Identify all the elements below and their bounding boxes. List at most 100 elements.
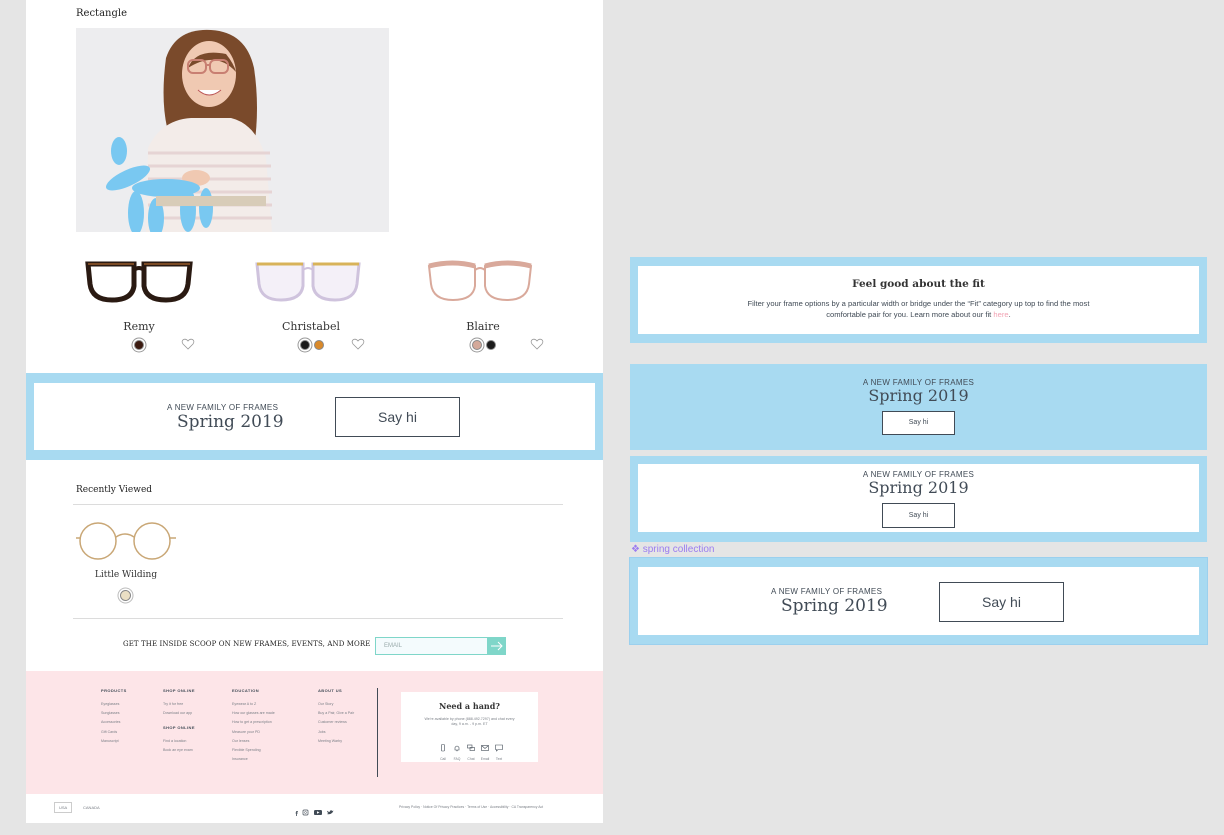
divider (73, 504, 563, 505)
contact-text[interactable]: Text (493, 739, 505, 761)
bottom-bar: USA CANADA Privacy Policy · Notice Of Pr… (26, 794, 603, 823)
fit-title: Feel good about the fit (852, 278, 985, 290)
fit-body-line-1: Filter your frame options by a particula… (747, 299, 1090, 308)
footer-link[interactable]: Eyeglasses (101, 700, 120, 709)
footer-link[interactable]: Customer reviews (318, 718, 354, 727)
footer-link[interactable]: Sunglasses (101, 709, 120, 718)
say-hi-button[interactable]: Say hi (882, 503, 955, 528)
footer-link[interactable]: Gift Cards (101, 728, 120, 737)
help-title: Need a hand? (439, 701, 500, 711)
heart-icon[interactable] (181, 337, 195, 351)
email-placeholder: EMAIL (384, 643, 403, 649)
christabel-glasses-image (255, 262, 361, 302)
promo-variant-stacked: A NEW FAMILY OF FRAMES Spring 2019 Say h… (630, 456, 1207, 542)
footer-link[interactable]: Measure your PD (232, 728, 275, 737)
contact-chat[interactable]: Chat (465, 739, 477, 761)
promo-title: Spring 2019 (868, 478, 969, 497)
contact-call[interactable]: Call (437, 739, 449, 761)
model-photo (76, 28, 389, 232)
fit-body-line-2: comfortable pair for you. Learn more abo… (638, 309, 1199, 320)
fit-learn-more-link[interactable]: here (993, 310, 1008, 319)
email-input[interactable]: EMAIL (375, 637, 488, 655)
contact-email[interactable]: Email (479, 739, 491, 761)
footer-link[interactable]: Our Story (318, 700, 354, 709)
submit-email-button[interactable] (487, 637, 506, 655)
contact-faq[interactable]: FAQ (451, 739, 463, 761)
footer-link[interactable]: Book an eye exam (163, 746, 193, 755)
footer-link[interactable]: Meeting Warby (318, 737, 354, 746)
hero-image (76, 28, 389, 232)
twitter-icon (327, 810, 334, 815)
promo-kicker: A NEW FAMILY OF FRAMES (167, 403, 279, 412)
footer-link[interactable]: Manuscript (101, 737, 120, 746)
footer-link[interactable]: Jobs (318, 728, 354, 737)
legal-link[interactable]: Terms of Use (467, 805, 487, 809)
frame-card-remy[interactable]: Remy (64, 250, 214, 360)
message-icon (495, 744, 503, 752)
color-swatch[interactable] (472, 340, 482, 350)
heart-icon[interactable] (351, 337, 365, 351)
footer-link[interactable]: Try it for free (163, 700, 192, 709)
fit-panel: Feel good about the fit Filter your fram… (630, 257, 1207, 343)
instagram-icon (302, 809, 309, 816)
youtube-icon (314, 810, 322, 815)
frame-card-blaire[interactable]: Blaire (408, 250, 558, 360)
legal-link[interactable]: Accessibility (490, 805, 508, 809)
color-swatch[interactable] (300, 340, 310, 350)
divider (73, 618, 563, 619)
fit-body-text: comfortable pair for you. Learn more abo… (826, 310, 992, 319)
contact-label: FAQ (453, 757, 461, 761)
footer-about-list: Our Story Buy a Pair, Give a Pair Custom… (318, 700, 354, 746)
promo-title: Spring 2019 (177, 412, 284, 432)
say-hi-button[interactable]: Say hi (939, 582, 1064, 622)
color-swatch[interactable] (120, 590, 131, 601)
footer-heading-products: PRODUCTS (101, 688, 127, 693)
footer: PRODUCTS Eyeglasses Sunglasses Accessori… (26, 671, 603, 794)
country-canada[interactable]: CANADA (83, 805, 100, 810)
footer-link[interactable]: Flexible Spending (232, 746, 275, 755)
footer-link[interactable]: Find a location (163, 737, 193, 746)
color-swatch[interactable] (134, 340, 144, 350)
heart-icon[interactable] (530, 337, 544, 351)
little-wilding-glasses-image[interactable] (76, 520, 176, 562)
component-name: spring collection (642, 544, 715, 555)
legal-link[interactable]: CA Transparency Act (511, 805, 543, 809)
footer-heading-education: EDUCATION (232, 688, 260, 693)
say-hi-button[interactable]: Say hi (882, 411, 955, 435)
contact-label: Call (440, 757, 446, 761)
color-swatch[interactable] (486, 340, 496, 350)
recently-viewed-heading: Recently Viewed (76, 485, 153, 495)
frame-name: Remy (123, 320, 155, 333)
contact-label: Chat (467, 757, 475, 761)
contact-label: Email (480, 757, 490, 761)
frame-name: Christabel (282, 320, 340, 333)
help-text-line: day, 9 a.m. - 9 p.m. ET (451, 722, 488, 726)
footer-link[interactable]: Download our app (163, 709, 192, 718)
frame-card-christabel[interactable]: Christabel (236, 250, 386, 360)
blaire-glasses-image (427, 260, 533, 302)
legal-link[interactable]: Privacy Policy (399, 805, 420, 809)
country-usa[interactable]: USA (54, 802, 73, 813)
footer-link[interactable]: Our lenses (232, 737, 275, 746)
envelope-icon (481, 745, 489, 751)
help-box: Need a hand? We're available by phone (8… (401, 692, 538, 762)
footer-link[interactable]: Buy a Pair, Give a Pair (318, 709, 354, 718)
say-hi-button[interactable]: Say hi (335, 397, 460, 437)
component-label: ❖ spring collection (631, 544, 714, 555)
footer-link[interactable]: How our glasses are made (232, 709, 275, 718)
legal-link[interactable]: Notice Of Privacy Practices (423, 805, 464, 809)
bell-icon (454, 745, 460, 752)
fit-body: Filter your frame options by a particula… (638, 298, 1199, 320)
contact-label: Text (495, 757, 503, 761)
footer-link[interactable]: How to get a prescription (232, 718, 275, 727)
facebook-icon (295, 811, 298, 816)
arrow-right-icon (491, 641, 503, 651)
footer-link[interactable]: Accessories (101, 718, 120, 727)
recent-item-name[interactable]: Little Wilding (76, 570, 176, 580)
color-swatch[interactable] (314, 340, 324, 350)
footer-education-list: Eyewear A to Z How our glasses are made … (232, 700, 275, 764)
footer-link[interactable]: Eyewear A to Z (232, 700, 275, 709)
footer-link[interactable]: Insurance (232, 755, 275, 764)
remy-glasses-image (85, 261, 193, 303)
product-page: Rectangle Remy Christabel Blaire A NEW F… (26, 0, 603, 823)
